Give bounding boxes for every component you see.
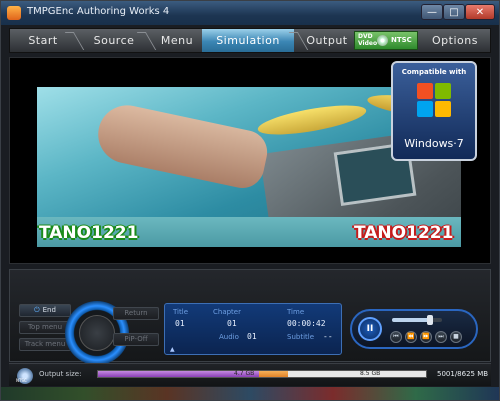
stop-button[interactable]: ■ [450, 331, 462, 343]
end-button[interactable]: ⏻ End [19, 304, 71, 317]
desktop-background-strip [1, 387, 499, 400]
close-button[interactable]: ✕ [465, 4, 495, 20]
tab-options[interactable]: Options [420, 29, 490, 52]
rewind-button[interactable]: ⏪ [405, 331, 417, 343]
minimize-button[interactable]: — [421, 4, 443, 20]
volume-slider[interactable] [392, 315, 442, 325]
time-label: Time [287, 308, 305, 316]
main-nav: Start Source Menu Simulation Output DVD V… [9, 28, 491, 53]
playback-info-display: Title 01 Chapter 01 Time 00:00:42 Audio … [164, 303, 342, 355]
tab-simulation[interactable]: Simulation [202, 29, 294, 52]
watermark-left: TANO1221 [39, 223, 139, 243]
pause-button[interactable]: II [358, 317, 382, 341]
time-value: 00:00:42 [287, 319, 326, 328]
mark-4-7gb: 4.7 GB [234, 370, 255, 377]
transport-controls: II ⏮ ⏪ ⏩ ⏭ ■ [350, 309, 478, 349]
fast-forward-button[interactable]: ⏩ [420, 331, 432, 343]
windows7-compat-badge: Compatible with Windows·7 [391, 61, 477, 161]
windows7-wordmark: Windows·7 [404, 137, 464, 150]
dvd-ntsc-badge: DVD Video NTSC [354, 31, 418, 50]
windows-flag-icon [417, 83, 453, 119]
app-icon [7, 6, 21, 20]
top-menu-button[interactable]: Top menu [19, 321, 71, 334]
chapter-label: Chapter [213, 308, 241, 316]
watermark-right: TANO1221 [354, 223, 454, 243]
pip-off-button[interactable]: PiP-Off [113, 333, 159, 346]
volume-fill [392, 318, 430, 322]
chapter-value: 01 [227, 319, 237, 328]
output-size-bar: 4.7 GB 8.5 GB [97, 370, 427, 378]
title-label: Title [173, 308, 189, 316]
subtitle-label: Subtitle [287, 333, 315, 341]
fish-shape [255, 99, 369, 141]
tab-output[interactable]: Output [300, 29, 354, 52]
previous-chapter-button[interactable]: ⏮ [390, 331, 402, 343]
ntsc-disc-icon: NTSC [16, 368, 33, 384]
window-title: TMPGEnc Authoring Works 4 [27, 6, 170, 17]
volume-handle[interactable] [427, 315, 433, 325]
play-state-icon: ▲ [170, 346, 175, 353]
dvd-video-logo: DVD Video [358, 33, 378, 47]
dpad-center-button[interactable] [79, 315, 115, 351]
output-size-readout: 5001/8625 MB [437, 370, 489, 378]
end-label: End [42, 306, 56, 314]
audio-value: 01 [247, 332, 257, 341]
power-icon: ⏻ [34, 306, 40, 314]
title-bar[interactable]: TMPGEnc Authoring Works 4 — □ ✕ [1, 1, 499, 25]
tab-menu[interactable]: Menu [152, 29, 202, 52]
track-menu-button[interactable]: Track menu [19, 338, 71, 351]
subtitle-value: -- [323, 332, 333, 341]
format-label: NTSC [391, 36, 412, 44]
compat-text: Compatible with [401, 68, 467, 76]
output-size-label: Output size: [39, 370, 82, 378]
diver-shape [92, 99, 272, 193]
disc-icon [377, 35, 388, 46]
return-button[interactable]: Return [113, 307, 159, 320]
title-value: 01 [175, 319, 185, 328]
ntsc-icon-label: NTSC [16, 378, 27, 383]
maximize-button[interactable]: □ [443, 4, 465, 20]
status-bar: NTSC Output size: 4.7 GB 8.5 GB 5001/862… [9, 363, 491, 386]
next-chapter-button[interactable]: ⏭ [435, 331, 447, 343]
audio-label: Audio [219, 333, 239, 341]
app-window: TMPGEnc Authoring Works 4 — □ ✕ Start So… [0, 0, 500, 401]
mark-8-5gb: 8.5 GB [360, 370, 381, 377]
